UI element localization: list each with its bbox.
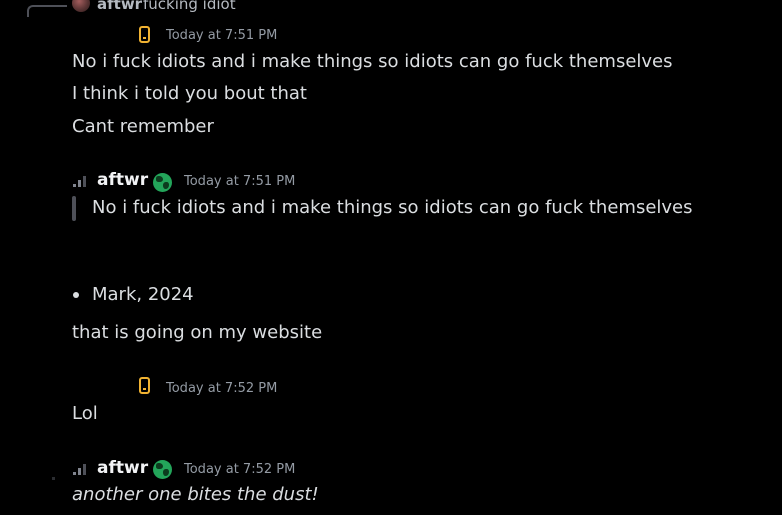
reply-preview-text[interactable]: fucking idiot [143,0,236,13]
message-author[interactable]: aftwr [97,458,148,478]
globe-icon [153,460,172,479]
message-text: I think i told you bout that [72,83,307,104]
signal-icon [73,464,87,475]
message-timestamp[interactable]: Today at 7:52 PM [184,462,295,477]
message-text: Lol [72,403,98,424]
list-bullet [73,292,79,298]
signal-icon [73,176,87,187]
reply-connector [27,5,67,17]
blockquote-text: No i fuck idiots and i make things so id… [92,197,693,218]
list-item: Mark, 2024 [92,284,194,305]
blockquote-bar [72,196,76,221]
message-timestamp[interactable]: Today at 7:51 PM [166,28,277,43]
mobile-phone-icon [139,26,150,43]
reply-author[interactable]: aftwr [97,0,142,13]
message-text: that is going on my website [72,322,323,343]
message-text: No i fuck idiots and i make things so id… [72,51,673,72]
message-author[interactable]: aftwr [97,170,148,190]
message-text: Cant remember [72,116,214,137]
globe-icon [153,173,172,192]
message-text: another one bites the dust! [72,484,319,505]
message-timestamp[interactable]: Today at 7:52 PM [166,381,277,396]
reply-avatar[interactable] [72,0,90,12]
avatar[interactable] [52,477,55,480]
mobile-phone-icon [139,377,150,394]
message-timestamp[interactable]: Today at 7:51 PM [184,174,295,189]
